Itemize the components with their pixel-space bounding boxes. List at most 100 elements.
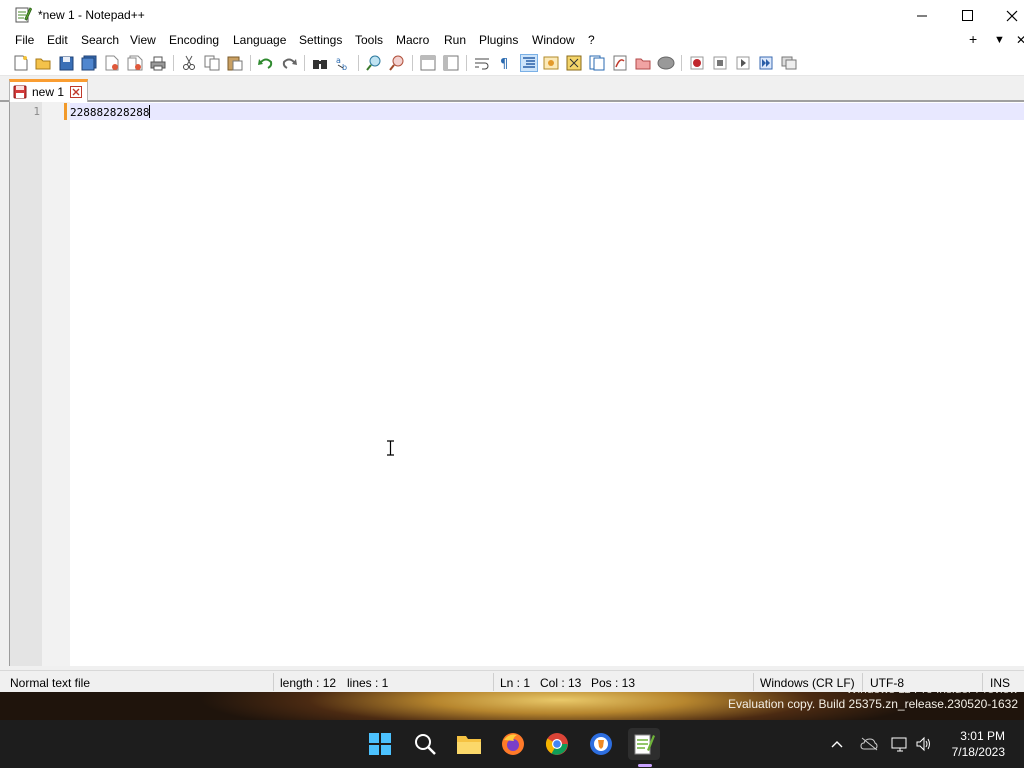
- menu-macro[interactable]: Macro: [396, 33, 429, 47]
- close-window-button[interactable]: [990, 0, 1024, 31]
- taskbar-clock[interactable]: 3:01 PM 7/18/2023: [952, 728, 1005, 760]
- menu-encoding[interactable]: Encoding: [169, 33, 219, 47]
- notepadpp-window: *new 1 - Notepad++ File Edit Search View…: [0, 0, 1024, 692]
- menu-tools[interactable]: Tools: [355, 33, 383, 47]
- folder-as-workspace-icon[interactable]: [611, 54, 629, 72]
- maximize-icon: [961, 10, 973, 21]
- word-wrap-icon[interactable]: [473, 54, 491, 72]
- document-map-icon[interactable]: [565, 54, 583, 72]
- brave-button[interactable]: [585, 728, 617, 760]
- macro-stop-icon[interactable]: [711, 54, 729, 72]
- ibeam-cursor-icon: [387, 440, 394, 456]
- menu-run[interactable]: Run: [444, 33, 466, 47]
- save-icon[interactable]: [57, 54, 75, 72]
- zoom-in-icon[interactable]: [365, 54, 383, 72]
- status-encoding[interactable]: UTF-8: [870, 676, 904, 690]
- close-file-icon[interactable]: [103, 54, 121, 72]
- notepadpp-app-icon: [15, 7, 32, 23]
- menu-help[interactable]: ?: [588, 33, 595, 47]
- indent-guide-icon[interactable]: [520, 54, 538, 72]
- status-eol-format[interactable]: Windows (CR LF): [760, 676, 855, 690]
- toolbar-separator: [412, 55, 413, 71]
- minimize-button[interactable]: [900, 0, 944, 31]
- firefox-icon: [502, 733, 524, 755]
- maximize-button[interactable]: [945, 0, 989, 31]
- sync-vertical-icon[interactable]: [419, 54, 437, 72]
- cut-icon[interactable]: [180, 54, 198, 72]
- chrome-icon: [545, 733, 568, 755]
- file-explorer-button[interactable]: [453, 728, 485, 760]
- speaker-icon: [916, 736, 930, 752]
- save-macro-icon[interactable]: [780, 54, 798, 72]
- new-tab-plus-icon[interactable]: +: [969, 31, 977, 47]
- status-bar: Normal text file length : 12 lines : 1 L…: [0, 670, 1024, 692]
- copy-icon[interactable]: [203, 54, 221, 72]
- status-insert-mode[interactable]: INS: [990, 676, 1010, 690]
- menu-edit[interactable]: Edit: [47, 33, 68, 47]
- title-bar[interactable]: *new 1 - Notepad++: [0, 0, 1024, 31]
- zoom-out-icon[interactable]: [388, 54, 406, 72]
- function-list-icon[interactable]: [588, 54, 606, 72]
- tab-label: new 1: [32, 85, 65, 99]
- redo-icon[interactable]: [280, 54, 298, 72]
- toolbar-separator: [173, 55, 174, 71]
- toolbar-separator: [358, 55, 359, 71]
- toolbar-separator: [681, 55, 682, 71]
- find-icon[interactable]: [311, 54, 329, 72]
- open-file-icon[interactable]: [34, 54, 52, 72]
- save-all-icon[interactable]: [80, 54, 98, 72]
- text-editor[interactable]: 1 228882828288: [9, 102, 1024, 666]
- new-file-icon[interactable]: [12, 54, 30, 72]
- firefox-button[interactable]: [497, 728, 529, 760]
- taskbar-search-button[interactable]: [409, 728, 441, 760]
- close-tab-menu-icon[interactable]: ✕: [1016, 33, 1024, 47]
- replace-icon[interactable]: ab: [334, 54, 352, 72]
- menu-search[interactable]: Search: [81, 33, 119, 47]
- show-hidden-icons-button[interactable]: [827, 734, 847, 754]
- line-number: 1: [33, 105, 40, 118]
- volume-tray-button[interactable]: [914, 734, 934, 754]
- status-column: Col : 13: [540, 676, 582, 690]
- status-separator: [862, 673, 863, 691]
- close-icon: [1006, 10, 1018, 21]
- toolbar-separator: [466, 55, 467, 71]
- sync-horizontal-icon[interactable]: [442, 54, 460, 72]
- file-explorer-icon: [457, 736, 481, 754]
- svg-text:¶: ¶: [500, 57, 508, 71]
- toolbar: ab ¶: [0, 51, 1024, 76]
- show-all-characters-icon[interactable]: ¶: [496, 54, 514, 72]
- macro-record-icon[interactable]: [688, 54, 706, 72]
- tab-list-dropdown-icon[interactable]: ▼: [994, 34, 1005, 46]
- chrome-button[interactable]: [541, 728, 573, 760]
- onedrive-tray-button[interactable]: [859, 734, 879, 754]
- fold-margin[interactable]: [42, 102, 70, 666]
- monitoring-icon[interactable]: [634, 54, 652, 72]
- tab-new-1[interactable]: new 1: [9, 79, 88, 102]
- menu-settings[interactable]: Settings: [299, 33, 342, 47]
- toolbar-separator: [304, 55, 305, 71]
- start-button[interactable]: [364, 728, 396, 760]
- menu-view[interactable]: View: [130, 33, 156, 47]
- menu-bar: File Edit Search View Encoding Language …: [0, 31, 1024, 51]
- menu-plugins[interactable]: Plugins: [479, 33, 518, 47]
- status-position: Pos : 13: [591, 676, 636, 690]
- editor-text-line[interactable]: 228882828288: [70, 105, 151, 119]
- tab-close-icon[interactable]: [70, 86, 82, 98]
- paste-icon[interactable]: [226, 54, 244, 72]
- print-icon[interactable]: [149, 54, 167, 72]
- notepadpp-taskbar-button[interactable]: [628, 728, 660, 760]
- current-line-highlight: [70, 103, 1024, 120]
- menu-file[interactable]: File: [15, 33, 34, 47]
- user-defined-language-icon[interactable]: [542, 54, 560, 72]
- eye-icon[interactable]: [657, 54, 675, 72]
- svg-text:b: b: [342, 63, 347, 71]
- network-tray-button[interactable]: [890, 734, 910, 754]
- menu-window[interactable]: Window: [532, 33, 575, 47]
- chevron-up-icon: [831, 741, 843, 748]
- macro-play-icon[interactable]: [734, 54, 752, 72]
- close-all-icon[interactable]: [126, 54, 144, 72]
- macro-run-multiple-icon[interactable]: [757, 54, 775, 72]
- menu-language[interactable]: Language: [233, 33, 286, 47]
- undo-icon[interactable]: [257, 54, 275, 72]
- minimize-icon: [917, 15, 927, 16]
